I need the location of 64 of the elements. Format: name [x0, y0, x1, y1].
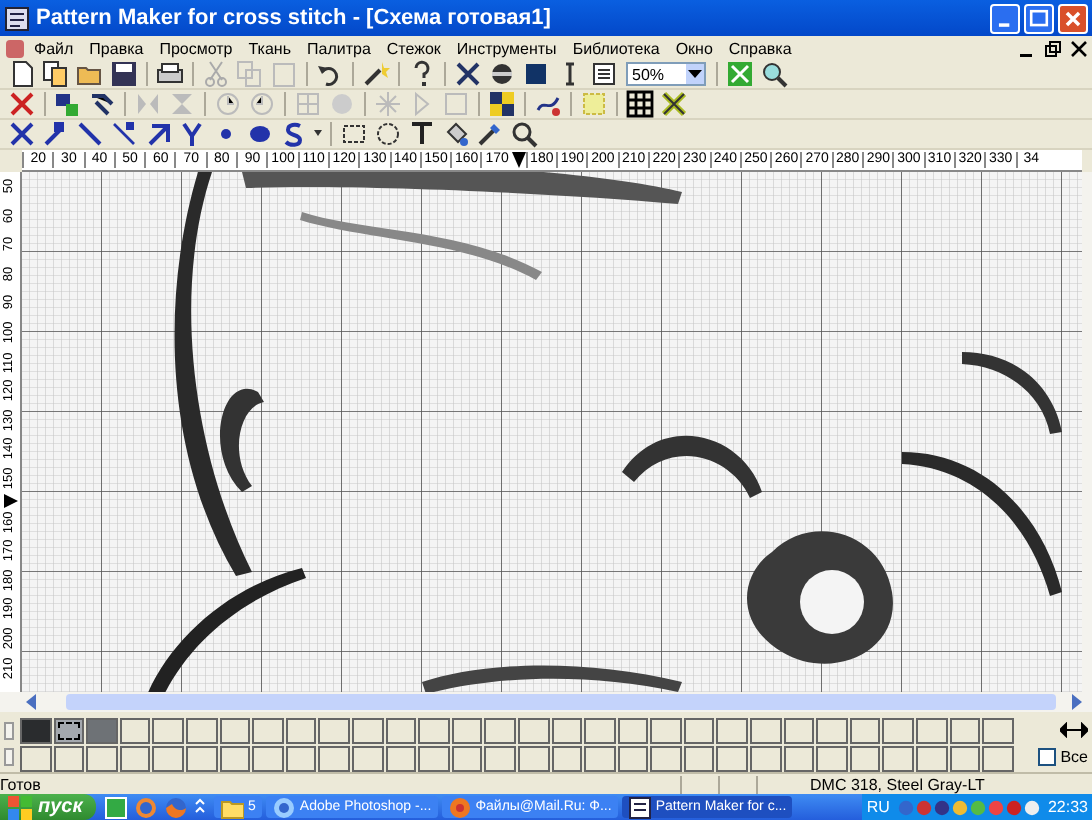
position-marker-icon [511, 152, 526, 168]
menu-item[interactable]: Инструменты [448, 39, 565, 57]
status-text: Готов [0, 775, 43, 793]
quarter-stitch-icon[interactable] [110, 120, 138, 148]
chart-icon[interactable] [590, 60, 618, 88]
menu-item[interactable]: Просмотр [151, 39, 241, 57]
language-indicator[interactable]: RU [866, 798, 890, 816]
grid-icon[interactable] [626, 90, 654, 118]
menu-item[interactable]: Файл [26, 39, 82, 57]
checkbox[interactable] [1038, 748, 1057, 766]
palette-icon[interactable] [488, 90, 516, 118]
clock: 22:33 [1047, 798, 1088, 816]
copy-file-icon[interactable] [42, 60, 70, 88]
document-icon [4, 37, 26, 59]
horizontal-scrollbar[interactable] [0, 692, 1092, 712]
magnifier-icon[interactable] [510, 120, 538, 148]
back-stitch-icon[interactable] [76, 120, 104, 148]
dropdown-arrow-icon [688, 66, 702, 82]
wand-icon[interactable] [362, 60, 390, 88]
menu-item[interactable]: Палитра [299, 39, 379, 57]
color-swatch[interactable] [20, 717, 52, 743]
app-launcher-icon[interactable] [104, 795, 128, 819]
zoom-dropdown[interactable]: 50% [626, 62, 706, 86]
menu-item[interactable]: Правка [81, 39, 152, 57]
undo-icon[interactable] [316, 60, 344, 88]
close-button[interactable] [1070, 39, 1088, 57]
cross-stitch-icon[interactable] [454, 60, 482, 88]
save-icon[interactable] [110, 60, 138, 88]
delete-icon[interactable] [8, 90, 36, 118]
bead-stitch-icon[interactable] [246, 120, 274, 148]
app-icon [627, 795, 652, 819]
eyedropper-icon[interactable] [476, 120, 504, 148]
windows-logo-icon [8, 795, 32, 819]
folder-icon [220, 795, 244, 819]
fill-icon[interactable] [442, 120, 470, 148]
menu-item[interactable]: Библиотека [564, 39, 668, 57]
app-icon [4, 5, 30, 31]
rectangle-select-icon[interactable] [340, 120, 368, 148]
backstitch-grid-icon[interactable] [660, 90, 688, 118]
text-tool-icon[interactable] [408, 120, 436, 148]
browser-icon [447, 795, 472, 819]
menu-item[interactable]: Справка [720, 39, 800, 57]
restore-button[interactable] [1044, 39, 1062, 57]
checkbox-label: Все [1060, 748, 1088, 766]
letter-s-icon[interactable] [280, 120, 308, 148]
square-icon[interactable] [522, 60, 550, 88]
color-swatch[interactable] [53, 717, 85, 743]
ellipse-select-icon[interactable] [374, 120, 402, 148]
new-file-icon[interactable] [8, 60, 36, 88]
zoom-icon[interactable] [760, 60, 788, 88]
globe-icon [271, 795, 296, 819]
arrows-icon[interactable] [1060, 722, 1088, 738]
color-swap-icon[interactable] [54, 90, 82, 118]
full-stitch-icon[interactable] [8, 120, 36, 148]
color-swatch[interactable] [86, 717, 118, 743]
diagonal-arrow-icon[interactable] [144, 120, 172, 148]
menu-item[interactable]: Ткань [240, 39, 299, 57]
bead-icon[interactable] [488, 60, 516, 88]
menu-item[interactable]: Стежок [378, 39, 449, 57]
position-marker-icon [3, 493, 17, 508]
print-icon[interactable] [156, 60, 184, 88]
menu-item[interactable]: Окно [667, 39, 721, 57]
half-stitch-icon[interactable] [42, 120, 70, 148]
window-title: Pattern Maker for cross stitch - [Схема готовая1] [36, 6, 553, 30]
